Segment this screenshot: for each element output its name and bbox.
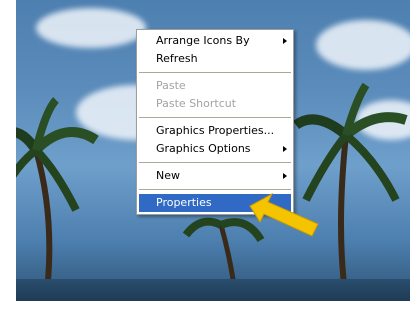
menu-item-new[interactable]: New [137,167,293,185]
menu-item-arrange-icons-by[interactable]: Arrange Icons By [137,32,293,50]
menu-separator [139,189,291,190]
menu-item-label: Properties [156,196,212,209]
menu-separator [139,117,291,118]
menu-item-graphics-options[interactable]: Graphics Options [137,140,293,158]
submenu-arrow-icon [283,173,287,179]
yellow-arrow-icon [249,192,319,237]
menu-item-label: New [156,169,180,182]
menu-item-graphics-properties[interactable]: Graphics Properties... [137,122,293,140]
menu-item-label: Graphics Properties... [156,124,275,137]
submenu-arrow-icon [283,38,287,44]
menu-item-refresh[interactable]: Refresh [137,50,293,68]
menu-item-label: Paste Shortcut [156,97,237,110]
menu-item-label: Arrange Icons By [156,34,250,47]
context-menu: Arrange Icons By Refresh Paste Paste Sho… [136,29,294,215]
menu-separator [139,162,291,163]
menu-item-label: Paste [156,79,186,92]
menu-separator [139,72,291,73]
menu-item-label: Refresh [156,52,198,65]
menu-item-label: Graphics Options [156,142,251,155]
menu-item-paste[interactable]: Paste [137,77,293,95]
sea [16,279,410,301]
menu-item-paste-shortcut[interactable]: Paste Shortcut [137,95,293,113]
submenu-arrow-icon [283,146,287,152]
